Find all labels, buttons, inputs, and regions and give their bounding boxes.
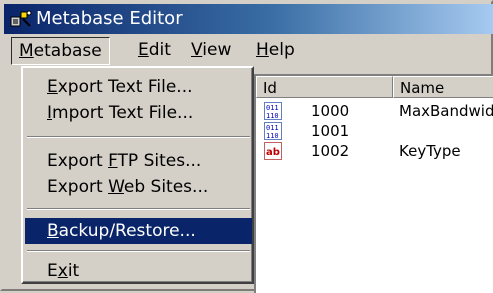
menu-mnemonic: B (47, 221, 59, 241)
svg-text:110: 110 (266, 112, 279, 120)
menu-mnemonic: E (138, 40, 149, 60)
menu-mnemonic: H (256, 40, 269, 60)
menu-label-part: it (67, 261, 80, 281)
menu-label-part: ackup/Restore... (58, 221, 196, 241)
menu-item-export-web-sites[interactable]: Export Web Sites... (25, 174, 252, 200)
svg-text:ab: ab (266, 147, 280, 158)
menu-item-import-text-file[interactable]: Import Text File... (25, 100, 252, 126)
menu-edit[interactable]: Edit (131, 37, 178, 63)
list-row[interactable]: 011 110 1000 MaxBandwid (256, 100, 493, 122)
menu-mnemonic: F (108, 151, 118, 171)
binary-value-icon: 011 110 (264, 102, 282, 120)
cell-id: 1002 (311, 142, 350, 160)
svg-text:110: 110 (266, 132, 279, 140)
string-value-icon: ab (264, 142, 282, 160)
menu-help[interactable]: Help (249, 37, 302, 63)
menu-item-exit[interactable]: Exit (25, 258, 252, 284)
column-header-id[interactable]: Id (256, 76, 393, 98)
metabase-list-view[interactable]: Id Name 011 110 1000 MaxBandwid 011 110 … (254, 74, 493, 293)
menu-separator (27, 208, 250, 210)
menu-metabase[interactable]: Metabase (11, 37, 110, 65)
menu-view[interactable]: View (184, 37, 238, 63)
cell-id: 1000 (311, 102, 350, 120)
menu-mnemonic: V (191, 40, 203, 60)
menu-label-part: Export (47, 177, 109, 197)
list-row[interactable]: 011 110 1001 (256, 120, 493, 142)
metabase-app-icon (10, 10, 32, 27)
svg-text:011: 011 (266, 104, 279, 112)
menu-mnemonic: x (57, 261, 68, 281)
menu-item-backup-restore[interactable]: Backup/Restore... (25, 218, 252, 244)
cell-id: 1001 (311, 122, 350, 140)
menu-label-part: TP Sites... (117, 151, 202, 171)
menu-label-part: xport Text File... (57, 77, 193, 97)
menu-label-part: iew (202, 40, 232, 60)
menu-label-part: E (47, 261, 58, 281)
menu-label-part: elp (268, 40, 295, 60)
menu-label-part: etabase (33, 41, 102, 61)
menu-label-part: eb Sites... (123, 177, 209, 197)
menu-mnemonic: M (19, 41, 34, 61)
cell-name: MaxBandwid (399, 102, 493, 120)
menu-label-part: dit (148, 40, 171, 60)
menu-label-part: Export (47, 151, 109, 171)
list-row[interactable]: ab 1002 KeyType (256, 140, 493, 162)
column-header-name[interactable]: Name (393, 76, 493, 98)
menu-bar: Metabase Edit View Help (4, 35, 493, 65)
menu-separator (27, 136, 250, 138)
menu-mnemonic: E (47, 77, 58, 97)
binary-value-icon: 011 110 (264, 122, 282, 140)
menu-item-export-ftp-sites[interactable]: Export FTP Sites... (25, 148, 252, 174)
metabase-menu-dropdown: Export Text File... Import Text File... … (21, 66, 254, 284)
menu-separator (27, 250, 250, 252)
title-bar[interactable]: Metabase Editor (4, 4, 493, 34)
svg-text:011: 011 (266, 124, 279, 132)
window-title: Metabase Editor (36, 8, 183, 29)
cell-name: KeyType (399, 142, 461, 160)
list-header: Id Name (256, 76, 493, 98)
menu-item-export-text-file[interactable]: Export Text File... (25, 74, 252, 100)
menu-mnemonic: W (108, 177, 124, 197)
app-window: Metabase Editor Metabase Edit View Help … (0, 0, 493, 293)
menu-label-part: mport Text File... (52, 103, 194, 123)
